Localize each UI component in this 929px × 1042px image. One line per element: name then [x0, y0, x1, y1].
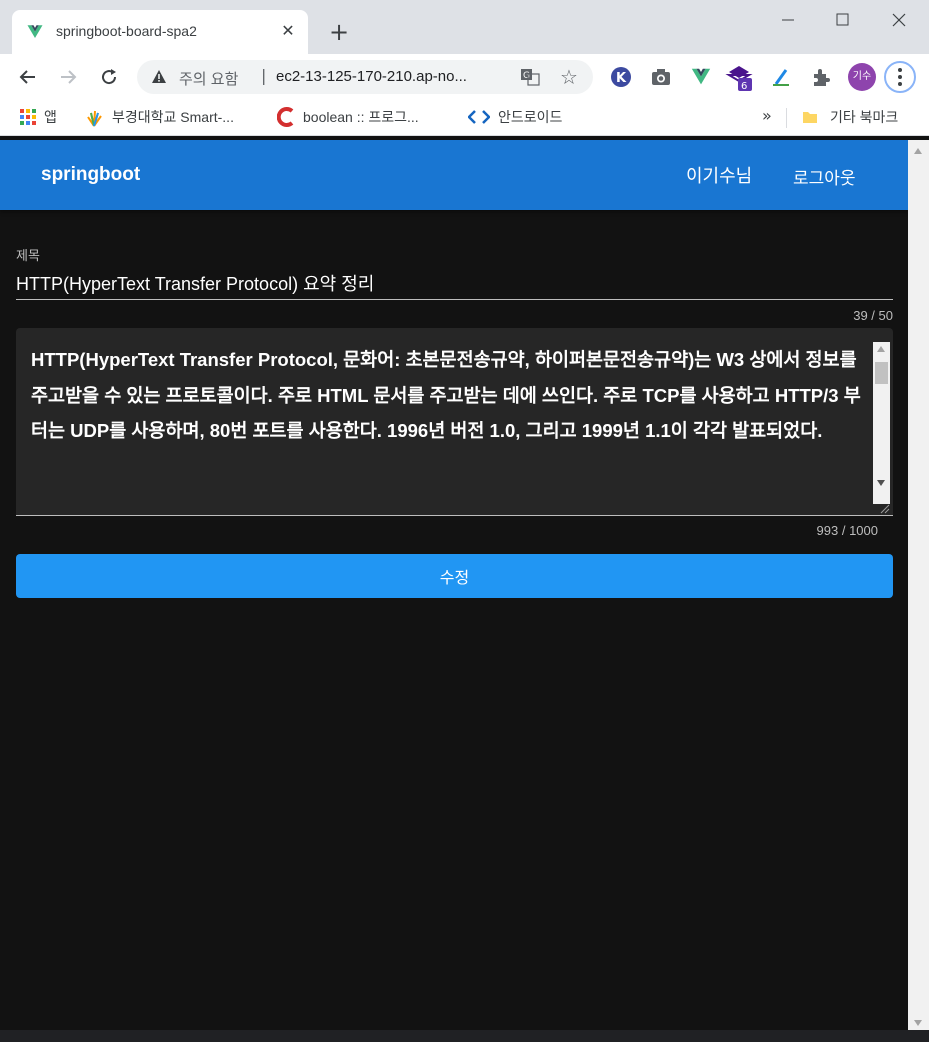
tab-close-icon[interactable]: ✕	[278, 21, 298, 41]
reload-icon	[102, 69, 117, 85]
browser-tab[interactable]: springboot-board-spa2 ✕	[12, 10, 308, 54]
security-label[interactable]: 주의 요함	[179, 68, 238, 89]
taskbar-strip	[0, 1030, 929, 1042]
page-scrollbar[interactable]	[908, 140, 929, 1030]
page-scroll-up-icon[interactable]	[914, 148, 922, 154]
forward-arrow-icon	[61, 70, 77, 84]
bookmark-label: 앱	[44, 109, 57, 125]
bookmarks-overflow-chevron[interactable]: »	[762, 106, 772, 125]
browser-tab-strip: springboot-board-spa2 ✕ +	[0, 0, 929, 54]
resize-grip-icon[interactable]	[880, 504, 890, 514]
back-button[interactable]	[13, 62, 43, 92]
extensions-puzzle-icon[interactable]	[810, 66, 832, 88]
window-minimize-button[interactable]	[768, 6, 808, 34]
address-bar[interactable]: 주의 요함 | ec2-13-125-170-210.ap-no... G ☆	[137, 60, 593, 94]
close-icon	[892, 13, 906, 27]
title-label: 제목	[16, 249, 40, 264]
maximize-icon	[836, 13, 849, 26]
reload-button[interactable]	[94, 62, 124, 92]
bookmark-android[interactable]: 안드로이드	[468, 106, 562, 128]
svg-text:K: K	[616, 71, 627, 86]
app-bar: springboot 이기수님 로그아웃	[0, 140, 908, 210]
separator: |	[261, 66, 267, 85]
update-button[interactable]: 수정	[16, 554, 893, 598]
browser-menu-icon[interactable]	[884, 61, 916, 93]
camera-icon[interactable]	[650, 66, 672, 88]
bookmark-label: 부경대학교 Smart-...	[112, 109, 234, 125]
scroll-up-arrow-icon[interactable]	[877, 346, 885, 352]
brand-title[interactable]: springboot	[41, 164, 140, 186]
url-text[interactable]: ec2-13-125-170-210.ap-no...	[276, 68, 467, 85]
bookmark-label: 기타 북마크	[830, 109, 899, 125]
bookmark-other[interactable]: 기타 북마크	[802, 106, 898, 128]
bookmark-label: 안드로이드	[498, 109, 563, 125]
minimize-icon	[782, 19, 794, 21]
page-scroll-down-icon[interactable]	[914, 1020, 922, 1026]
svg-text:G: G	[523, 71, 530, 81]
content-textarea[interactable]: HTTP(HyperText Transfer Protocol, 문화어: 초…	[31, 342, 869, 502]
user-name: 이기수님	[686, 166, 753, 187]
scroll-thumb[interactable]	[875, 362, 888, 384]
apps-grid-icon	[20, 109, 36, 125]
hand-logo-icon	[87, 110, 102, 127]
bookmarks-divider	[786, 108, 787, 128]
vue-logo-icon	[27, 25, 43, 38]
bookmark-boolean[interactable]: boolean :: 프로그...	[277, 106, 419, 128]
scroll-down-arrow-icon[interactable]	[877, 480, 885, 486]
title-input[interactable]	[16, 266, 893, 300]
bookmark-star-icon[interactable]: ☆	[560, 66, 578, 88]
extension-stack-icon[interactable]: 6	[725, 66, 753, 92]
title-char-counter: 39 / 50	[853, 308, 893, 323]
window-maximize-button[interactable]	[822, 6, 862, 34]
logout-button[interactable]: 로그아웃	[793, 164, 856, 189]
bookmark-apps[interactable]: 앱	[20, 106, 57, 128]
content-field: HTTP(HyperText Transfer Protocol, 문화어: 초…	[16, 328, 893, 516]
folder-icon	[803, 112, 817, 123]
browser-toolbar: 주의 요함 | ec2-13-125-170-210.ap-no... G ☆ …	[0, 54, 929, 100]
back-arrow-icon	[19, 70, 35, 84]
content-char-counter: 993 / 1000	[816, 523, 878, 538]
profile-avatar[interactable]: 기수	[848, 63, 876, 91]
new-tab-plus-icon[interactable]: +	[326, 20, 352, 46]
translate-icon[interactable]: G	[520, 68, 540, 86]
c-logo-icon	[277, 107, 294, 127]
forward-button[interactable]	[53, 62, 83, 92]
extension-pen-icon[interactable]	[770, 66, 792, 88]
code-brackets-icon	[468, 110, 490, 124]
extension-k-icon[interactable]: K	[610, 66, 632, 88]
vue-devtools-icon[interactable]	[690, 66, 712, 88]
extension-badge: 6	[741, 81, 747, 92]
bookmarks-bar: 앱 부경대학교 Smart-... boolean :: 프로그... 안드로이…	[0, 100, 929, 136]
bookmark-label: boolean :: 프로그...	[303, 109, 419, 125]
window-close-button[interactable]	[879, 6, 919, 34]
textarea-scrollbar[interactable]	[873, 342, 890, 504]
page-viewport: springboot 이기수님 로그아웃 제목 39 / 50 HTTP(Hyp…	[0, 140, 908, 1030]
tab-title: springboot-board-spa2	[56, 23, 197, 39]
warning-icon	[152, 70, 166, 83]
bookmark-pknu[interactable]: 부경대학교 Smart-...	[84, 106, 234, 128]
